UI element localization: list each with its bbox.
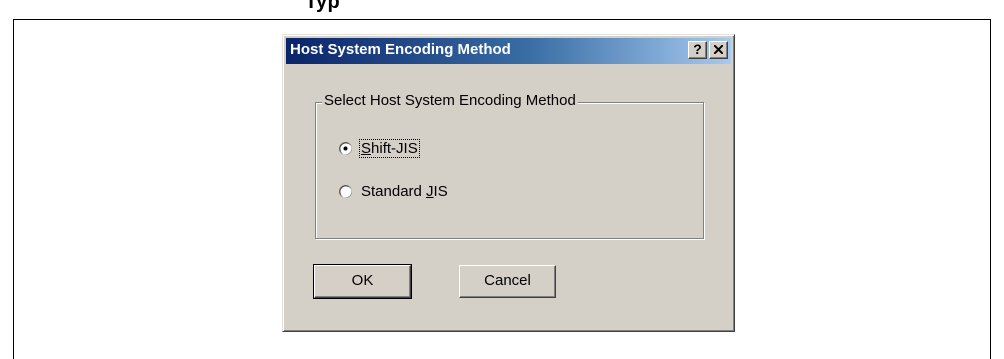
dialog-title: Host System Encoding Method [290, 41, 511, 58]
radio-unselected-icon[interactable] [339, 185, 352, 198]
dialog-titlebar[interactable]: Host System Encoding Method ? [286, 38, 731, 64]
shift-jis-label: Shift-JIS [359, 139, 420, 158]
shift-jis-option[interactable]: Shift-JIS [339, 139, 420, 158]
question-mark-icon: ? [693, 41, 702, 57]
standard-jis-label: Standard JIS [361, 183, 448, 200]
radio-selected-icon[interactable] [339, 142, 352, 155]
ok-button[interactable]: OK [313, 264, 412, 299]
standard-jis-option[interactable]: Standard JIS [339, 183, 449, 200]
document-heading-fragment: Typ [305, 0, 340, 13]
close-button[interactable] [709, 41, 728, 59]
encoding-method-group: Select Host System Encoding Method Shift… [315, 92, 704, 239]
encoding-method-dialog: Host System Encoding Method ? Select Hos… [282, 34, 735, 332]
help-button[interactable]: ? [688, 41, 707, 59]
page: { "page": { "heading_fragment": "Typ" },… [0, 0, 1004, 359]
group-label: Select Host System Encoding Method [322, 92, 578, 109]
cancel-button[interactable]: Cancel [459, 265, 556, 298]
close-icon [714, 45, 723, 54]
